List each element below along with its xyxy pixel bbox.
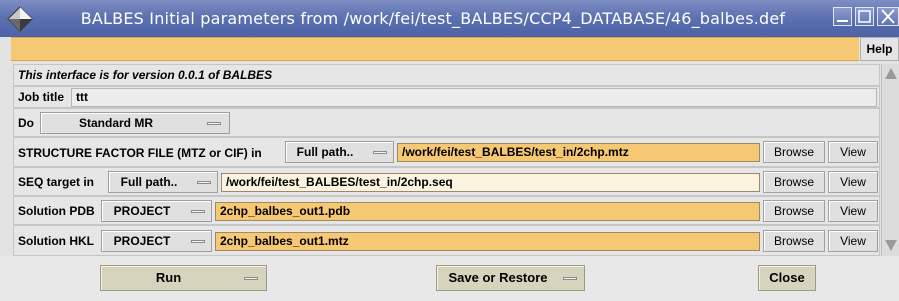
version-row: This interface is for version 0.0.1 of B… <box>13 64 880 86</box>
scroll-down-icon[interactable] <box>885 240 897 251</box>
dropdown-indicator-icon <box>191 210 205 213</box>
pdb-view-button[interactable]: View <box>828 200 878 222</box>
sf-path-input[interactable]: /work/fei/test_BALBES/test_in/2chp.mtz <box>397 143 760 162</box>
job-title-row: Job title ttt <box>13 86 880 108</box>
hkl-view-button[interactable]: View <box>828 230 878 252</box>
seq-browse-button[interactable]: Browse <box>763 171 825 193</box>
sf-file-label: STRUCTURE FACTOR FILE (MTZ or CIF) in <box>18 146 262 160</box>
sf-path-mode-menu[interactable]: Full path.. <box>285 141 394 163</box>
balbes-window: BALBES Initial parameters from /work/fei… <box>0 0 899 301</box>
version-note: This interface is for version 0.0.1 of B… <box>18 68 273 82</box>
action-bar: Run Save or Restore Close <box>0 256 899 301</box>
solution-hkl-row: Solution HKL PROJECT 2chp_balbes_out1.mt… <box>13 225 880 256</box>
hkl-project-menu[interactable]: PROJECT <box>101 230 212 252</box>
do-row: Do Standard MR <box>13 108 880 137</box>
hkl-project-value: PROJECT <box>113 234 171 248</box>
sf-browse-button[interactable]: Browse <box>763 141 825 163</box>
seq-label: SEQ target in <box>18 175 95 189</box>
run-button[interactable]: Run <box>100 265 267 291</box>
sf-path-mode-value: Full path.. <box>296 145 354 159</box>
menu-strip <box>11 37 859 61</box>
solution-pdb-input[interactable]: 2chp_balbes_out1.pdb <box>215 202 760 221</box>
dropdown-indicator-icon <box>563 277 577 280</box>
seq-path-mode-value: Full path.. <box>120 175 178 189</box>
solution-pdb-label: Solution PDB <box>18 204 95 218</box>
pdb-project-value: PROJECT <box>113 204 171 218</box>
maximize-icon <box>858 10 871 23</box>
dropdown-indicator-icon <box>197 181 211 184</box>
scroll-up-icon[interactable] <box>885 68 897 79</box>
title-bar[interactable]: BALBES Initial parameters from /work/fei… <box>0 0 899 37</box>
dropdown-indicator-icon <box>373 151 387 154</box>
dropdown-indicator-icon <box>207 122 221 125</box>
do-option-value: Standard MR <box>78 116 153 130</box>
vertical-scrollbar[interactable] <box>881 64 899 256</box>
save-restore-button[interactable]: Save or Restore <box>436 265 585 291</box>
seq-path-input[interactable]: /work/fei/test_BALBES/test_in/2chp.seq <box>221 173 760 192</box>
pdb-browse-button[interactable]: Browse <box>763 200 825 222</box>
pdb-project-menu[interactable]: PROJECT <box>101 200 212 222</box>
run-label: Run <box>155 270 182 285</box>
close-icon <box>881 9 895 24</box>
app-diamond-icon[interactable] <box>7 6 33 32</box>
do-label: Do <box>18 116 34 130</box>
close-window-button[interactable] <box>877 7 899 26</box>
save-restore-label: Save or Restore <box>448 270 548 285</box>
sf-file-row: STRUCTURE FACTOR FILE (MTZ or CIF) in Fu… <box>13 137 880 167</box>
maximize-button[interactable] <box>855 7 874 26</box>
job-title-input[interactable]: ttt <box>71 88 877 107</box>
solution-hkl-input[interactable]: 2chp_balbes_out1.mtz <box>215 232 760 251</box>
seq-view-button[interactable]: View <box>828 171 878 193</box>
seq-path-mode-menu[interactable]: Full path.. <box>108 171 218 193</box>
job-title-label: Job title <box>18 90 65 104</box>
help-button[interactable]: Help <box>860 37 899 61</box>
close-button[interactable]: Close <box>758 265 816 291</box>
do-option-menu[interactable]: Standard MR <box>40 112 230 134</box>
window-title: BALBES Initial parameters from /work/fei… <box>80 9 786 28</box>
minimize-icon <box>837 20 848 22</box>
dropdown-indicator-icon <box>191 240 205 243</box>
dropdown-indicator-icon <box>244 277 258 280</box>
seq-row: SEQ target in Full path.. /work/fei/test… <box>13 167 880 196</box>
solution-pdb-row: Solution PDB PROJECT 2chp_balbes_out1.pd… <box>13 196 880 225</box>
solution-hkl-label: Solution HKL <box>18 234 94 248</box>
parameters-panel: This interface is for version 0.0.1 of B… <box>13 64 880 256</box>
hkl-browse-button[interactable]: Browse <box>763 230 825 252</box>
minimize-button[interactable] <box>833 7 852 26</box>
sf-view-button[interactable]: View <box>828 141 878 163</box>
